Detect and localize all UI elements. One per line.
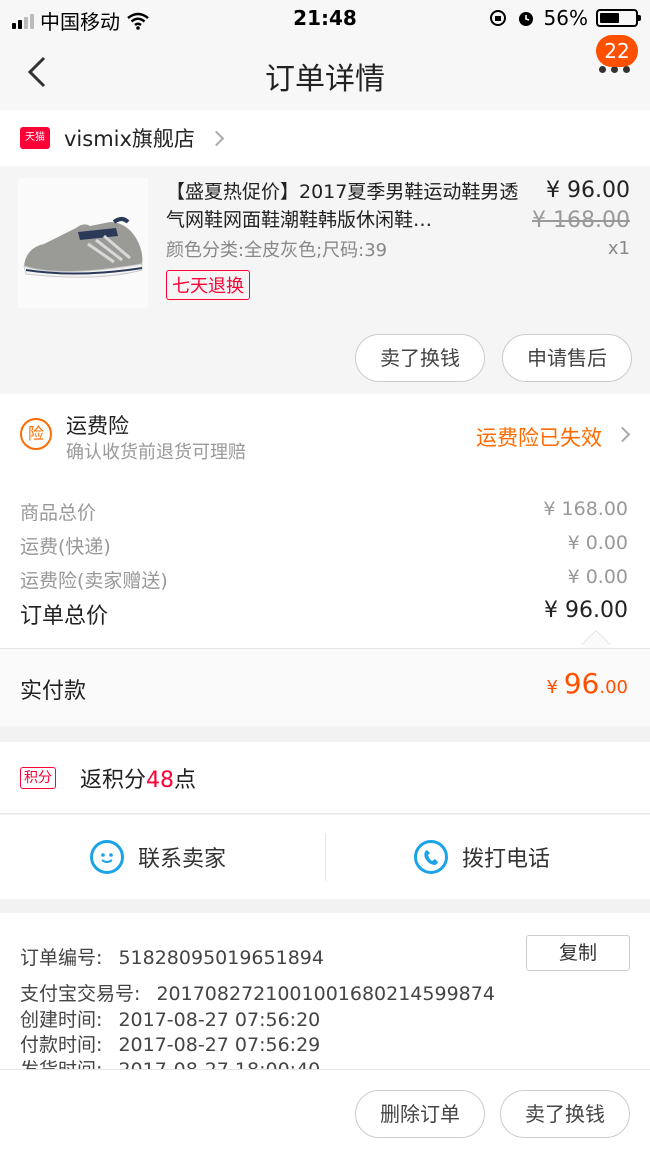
orientation-lock-icon — [489, 10, 506, 26]
call-phone-label: 拨打电话 — [462, 847, 551, 872]
contact-seller-button[interactable]: 联系卖家 — [90, 815, 226, 899]
insurance-icon: 险 — [20, 418, 52, 450]
order-item[interactable]: 【盛夏热促价】2017夏季男鞋运动鞋男透气网鞋网面鞋潮鞋韩版休闲鞋… 颜色分类:… — [0, 166, 650, 394]
copy-button[interactable]: 复制 — [526, 935, 630, 971]
price-summary: 商品总价 ¥ 168.00 运费(快递) ¥ 0.00 运费险(卖家赠送) ¥ … — [0, 478, 650, 659]
paid-time-value: 2017-08-27 07:56:29 — [118, 1034, 321, 1056]
return-policy-tag: 七天退换 — [166, 270, 250, 300]
shipped-time-label: 发货时间: — [20, 1059, 102, 1069]
created-time-value: 2017-08-27 07:56:20 — [118, 1009, 321, 1031]
order-number-value: 51828095019651894 — [118, 947, 324, 969]
points-suffix: 点 — [174, 768, 197, 793]
amount-decimal: .00 — [599, 677, 628, 698]
alipay-number-label: 支付宝交易号: — [20, 983, 141, 1005]
shipping-fee-value: ¥ 0.00 — [567, 532, 628, 554]
points-reward: 积分 返积分48点 — [0, 742, 650, 814]
chat-icon — [90, 840, 124, 874]
shipped-time-value: 2017-08-27 18:00:40 — [118, 1059, 320, 1069]
more-menu-icon[interactable] — [599, 66, 630, 73]
order-total-value: ¥ 96.00 — [544, 598, 628, 623]
divider — [325, 833, 326, 881]
after-sale-button[interactable]: 申请售后 — [502, 334, 632, 382]
shop-name: vismix旗舰店 — [64, 127, 195, 151]
tmall-icon: 天猫 — [20, 127, 50, 149]
page-title: 订单详情 — [265, 62, 385, 97]
points-prefix: 返积分 — [80, 768, 147, 793]
paid-time-line: 付款时间: 2017-08-27 07:56:29 — [20, 1030, 320, 1057]
alarm-icon — [518, 12, 533, 26]
item-quantity: x1 — [607, 238, 630, 259]
amount-integer: 96 — [563, 667, 600, 700]
nav-bar: 订单详情 22 — [0, 35, 650, 110]
alipay-number-value: 2017082721001001680214599874 — [156, 983, 495, 1005]
contact-bar: 联系卖家 拨打电话 — [0, 815, 650, 899]
chevron-right-icon — [208, 130, 225, 146]
currency-symbol: ¥ — [546, 677, 558, 698]
shipping-insurance[interactable]: 险 运费险 确认收货前退货可理赔 运费险已失效 — [0, 394, 650, 478]
message-count-badge: 22 — [596, 35, 638, 67]
order-info: 订单编号: 51828095019651894 复制 支付宝交易号: 20170… — [0, 913, 650, 1069]
insurance-fee-value: ¥ 0.00 — [567, 566, 628, 588]
insurance-status: 运费险已失效 — [476, 426, 602, 450]
points-icon: 积分 — [20, 767, 56, 789]
insurance-title: 运费险 — [66, 414, 129, 438]
chevron-right-icon — [614, 426, 631, 443]
call-phone-button[interactable]: 拨打电话 — [414, 815, 550, 899]
order-number-line: 订单编号: 51828095019651894 — [20, 943, 324, 970]
sell-for-cash-button[interactable]: 卖了换钱 — [355, 334, 485, 382]
battery-percent: 56% — [543, 6, 588, 30]
actual-payment-label: 实付款 — [20, 679, 87, 704]
goods-total-value: ¥ 168.00 — [543, 498, 628, 520]
insurance-fee-label: 运费险(卖家赠送) — [20, 570, 168, 592]
delete-order-button[interactable]: 删除订单 — [355, 1090, 485, 1138]
product-sku: 颜色分类:全皮灰色;尺码:39 — [166, 240, 388, 261]
item-original-price: ¥ 168.00 — [532, 208, 630, 233]
order-total-row: 订单总价 ¥ 96.00 — [20, 598, 628, 630]
goods-total-label: 商品总价 — [20, 502, 97, 524]
actual-payment: 实付款 ¥ 96.00 — [0, 648, 650, 726]
shoe-icon — [18, 178, 148, 308]
shipping-fee-row: 运费(快递) ¥ 0.00 — [20, 532, 628, 559]
product-title[interactable]: 【盛夏热促价】2017夏季男鞋运动鞋男透气网鞋网面鞋潮鞋韩版休闲鞋… — [166, 178, 526, 234]
bottom-action-bar: 删除订单 卖了换钱 — [0, 1069, 650, 1156]
status-bar: 中国移动 21:48 56% — [0, 0, 650, 36]
shipping-fee-label: 运费(快递) — [20, 536, 111, 558]
order-number-label: 订单编号: — [20, 947, 103, 969]
goods-total-row: 商品总价 ¥ 168.00 — [20, 498, 628, 525]
created-time-line: 创建时间: 2017-08-27 07:56:20 — [20, 1005, 320, 1032]
bottom-sell-for-cash-button[interactable]: 卖了换钱 — [500, 1090, 630, 1138]
battery-icon — [596, 9, 641, 27]
phone-icon — [414, 840, 448, 874]
shop-header[interactable]: 天猫 vismix旗舰店 — [0, 110, 650, 166]
alipay-number-line: 支付宝交易号: 2017082721001001680214599874 — [20, 979, 495, 1006]
order-total-label: 订单总价 — [20, 604, 109, 629]
insurance-fee-row: 运费险(卖家赠送) ¥ 0.00 — [20, 566, 628, 593]
contact-seller-label: 联系卖家 — [138, 847, 227, 872]
points-number: 48 — [146, 768, 175, 793]
paid-time-label: 付款时间: — [20, 1034, 103, 1056]
insurance-subtitle: 确认收货前退货可理赔 — [66, 442, 246, 463]
product-image[interactable] — [18, 178, 148, 308]
actual-payment-amount: ¥ 96.00 — [547, 667, 628, 700]
item-price: ¥ 96.00 — [546, 178, 630, 203]
created-time-label: 创建时间: — [20, 1009, 103, 1031]
shipped-time-line: 发货时间: 2017-08-27 18:00:40 — [20, 1055, 320, 1069]
